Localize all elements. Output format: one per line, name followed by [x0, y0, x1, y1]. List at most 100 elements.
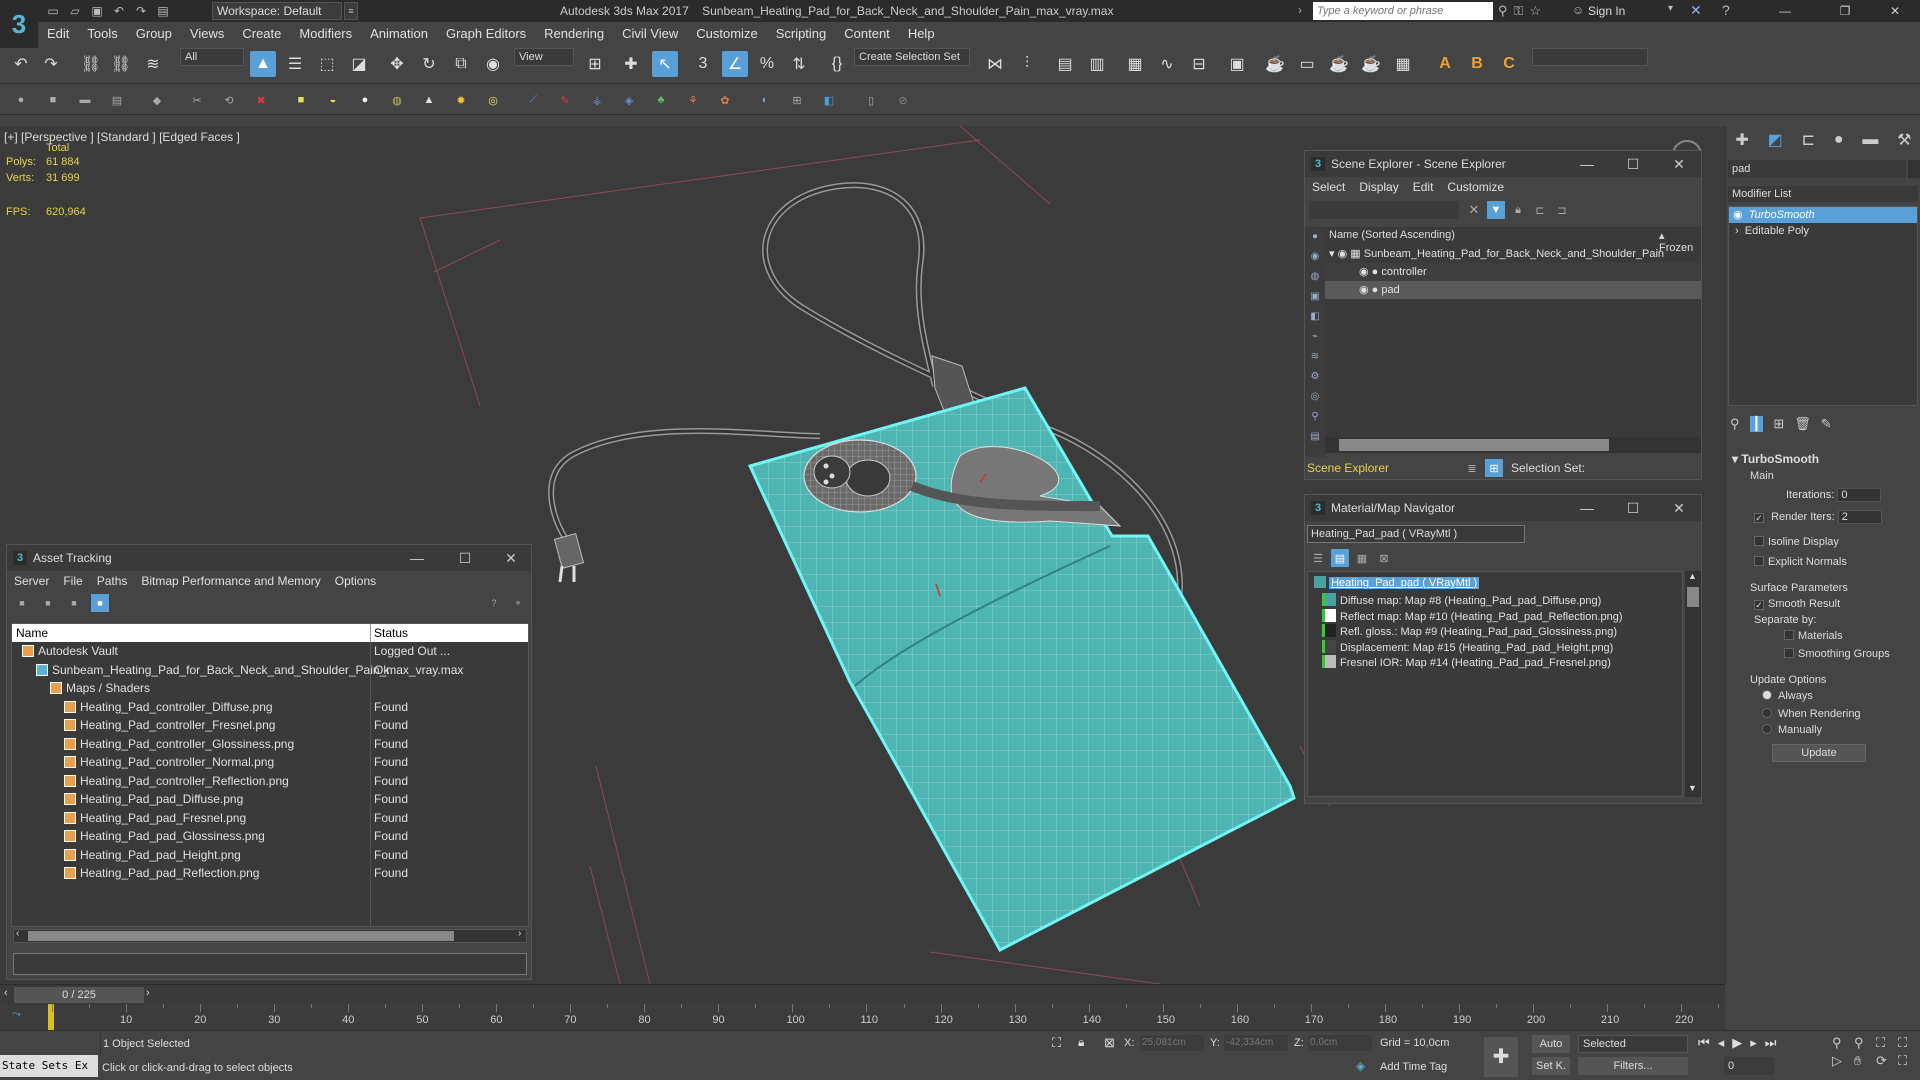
menu-scripting[interactable]: Scripting: [767, 26, 836, 41]
toolbar2-tool-7-icon[interactable]: ⟲: [220, 91, 238, 109]
toolbar2-tool-23-icon[interactable]: ◐: [756, 91, 774, 109]
at-vault-icon[interactable]: ■: [13, 594, 31, 612]
configure-sets-icon[interactable]: ✎: [1821, 416, 1832, 432]
view-list-icon[interactable]: ☰: [1309, 549, 1327, 567]
show-end-result-icon[interactable]: ┃: [1749, 416, 1764, 432]
toolbar2-tool-24-icon[interactable]: ⊞: [788, 91, 806, 109]
angle-snap-icon[interactable]: ∠: [722, 51, 748, 77]
search-arrow-icon[interactable]: ›: [1298, 3, 1310, 19]
current-frame-field[interactable]: 0: [1724, 1057, 1774, 1075]
asset-menu-paths[interactable]: Paths: [90, 574, 135, 588]
utilities-tab-icon[interactable]: ⚒: [1897, 130, 1911, 150]
key-filters-button[interactable]: Filters...: [1578, 1057, 1688, 1075]
set-key-icon[interactable]: ✚: [1484, 1037, 1518, 1077]
minimize-icon[interactable]: —: [397, 545, 437, 571]
asset-row[interactable]: Sunbeam_Heating_Pad_for_Back_Neck_and_Sh…: [12, 661, 528, 679]
view-small-icons-icon[interactable]: ▦: [1353, 549, 1371, 567]
time-tag-icon[interactable]: ◈: [1356, 1059, 1365, 1073]
asset-row[interactable]: Heating_Pad_pad_Fresnel.png Found: [12, 809, 528, 827]
set-key-button[interactable]: Set K.: [1532, 1057, 1570, 1075]
toolbar2-tool-15-icon[interactable]: ◎: [484, 91, 502, 109]
redo-icon[interactable]: ↷: [38, 51, 64, 77]
asset-row[interactable]: Heating_Pad_controller_Glossiness.png Fou…: [12, 735, 528, 753]
binoculars-icon[interactable]: ⚲: [1498, 3, 1508, 19]
asset-row[interactable]: Heating_Pad_controller_Reflection.png Fou…: [12, 772, 528, 790]
smooth-result-row[interactable]: ✓ Smooth Result: [1754, 598, 1840, 610]
at-table-icon[interactable]: ■: [65, 594, 83, 612]
display-tab-icon[interactable]: ▬: [1862, 131, 1878, 149]
toolbar2-tool-5-icon[interactable]: ◆: [148, 91, 166, 109]
toolbar2-tool-26-icon[interactable]: ▯: [862, 91, 880, 109]
menu-animation[interactable]: Animation: [361, 26, 437, 41]
minimize-icon[interactable]: —: [1567, 495, 1607, 521]
menu-edit[interactable]: Edit: [38, 26, 78, 41]
orbit-icon[interactable]: ⟳: [1876, 1053, 1896, 1069]
render-production-icon[interactable]: ☕: [1326, 51, 1352, 77]
toolbar2-tool-19-icon[interactable]: ◈: [620, 91, 638, 109]
toolbar2-tool-2-icon[interactable]: ■: [44, 91, 62, 109]
selection-filter-dropdown[interactable]: All: [180, 48, 244, 66]
view-list-thumbs-icon[interactable]: ▤: [1331, 549, 1349, 567]
mirror-icon[interactable]: ⋈: [982, 51, 1008, 77]
toolbar2-tool-4-icon[interactable]: ▤: [108, 91, 126, 109]
modifier-list-dropdown[interactable]: Modifier List: [1728, 186, 1918, 202]
asset-row[interactable]: Heating_Pad_pad_Glossiness.png Found: [12, 827, 528, 845]
scale-icon[interactable]: ⧉: [448, 51, 474, 77]
at-list-icon[interactable]: ■: [39, 594, 57, 612]
object-name-field[interactable]: pad: [1728, 160, 1906, 178]
minimize-icon[interactable]: —: [1567, 151, 1607, 177]
when-rendering-radio[interactable]: When Rendering: [1762, 708, 1861, 720]
asset-hscroll[interactable]: ‹ ›: [13, 928, 527, 943]
align-icon[interactable]: ⫶: [1014, 51, 1040, 77]
vray-b-icon[interactable]: B: [1464, 51, 1490, 77]
expand-icon[interactable]: ›: [1735, 225, 1739, 237]
toolbar2-tool-6-icon[interactable]: ✂: [188, 91, 206, 109]
viewport-label[interactable]: [+] [Perspective ] [Standard ] [Edged Fa…: [4, 130, 240, 144]
menu-create[interactable]: Create: [233, 26, 290, 41]
asset-row[interactable]: Heating_Pad_controller_Normal.png Found: [12, 753, 528, 771]
always-radio[interactable]: Always: [1762, 690, 1813, 702]
asset-row[interactable]: Autodesk Vault Logged Out ...: [12, 642, 528, 660]
play-icon[interactable]: ▶: [1732, 1035, 1742, 1051]
stack-item-turbosmooth[interactable]: ◉ TurboSmooth: [1729, 207, 1917, 223]
render-iters-spinner[interactable]: 2: [1837, 510, 1882, 524]
help-icon[interactable]: ?: [1722, 2, 1730, 18]
close-icon[interactable]: ✕: [491, 545, 531, 571]
scene-menu-edit[interactable]: Edit: [1406, 180, 1441, 194]
link-icon[interactable]: ⛓: [78, 51, 104, 77]
pan-icon[interactable]: ✋︎: [1854, 1053, 1874, 1069]
material-map-row[interactable]: Fresnel IOR: Map #14 (Heating_Pad_pad_Fr…: [1322, 654, 1611, 672]
at-help-icon[interactable]: ?: [485, 594, 503, 612]
maximize-icon[interactable]: ☐: [1613, 495, 1653, 521]
toolbar2-tool-16-icon[interactable]: ⟋: [524, 91, 542, 109]
toolbar2-tool-1-icon[interactable]: ●: [12, 91, 30, 109]
render-iterative-icon[interactable]: ☕: [1358, 51, 1384, 77]
extra-dropdown[interactable]: [1532, 48, 1648, 66]
render-iters-checkbox[interactable]: ✓: [1754, 513, 1764, 523]
close-button[interactable]: ✕: [1880, 2, 1910, 20]
mini-curve-editor-icon[interactable]: ⤳: [12, 1008, 21, 1021]
asset-row[interactable]: Maps / Shaders: [12, 679, 528, 697]
motion-tab-icon[interactable]: ●: [1834, 131, 1844, 149]
scroll-right-icon[interactable]: ›: [518, 928, 521, 939]
key-filter-dropdown[interactable]: Selected: [1578, 1035, 1688, 1053]
track-bar[interactable]: ⤳ 10 20 30 40 50 60 70 80 90 100 110 120 130 140 150 16…: [0, 1004, 1725, 1030]
close-icon[interactable]: ✕: [1659, 151, 1699, 177]
toolbar2-tool-18-icon[interactable]: ⚶: [588, 91, 606, 109]
rectangular-selection-icon[interactable]: ⬚: [314, 51, 340, 77]
asset-menu-file[interactable]: File: [56, 574, 89, 588]
layer-explorer-icon[interactable]: ▤: [1052, 51, 1078, 77]
rendered-frame-window-icon[interactable]: ▭: [1294, 51, 1320, 77]
asset-row[interactable]: Heating_Pad_controller_Fresnel.png Found: [12, 716, 528, 734]
zoom-extents-icon[interactable]: ⛶: [1876, 1035, 1896, 1051]
asset-menu-options[interactable]: Options: [328, 574, 383, 588]
spinner-snap-icon[interactable]: ⇅: [786, 51, 812, 77]
menu-rendering[interactable]: Rendering: [535, 26, 613, 41]
menu-content[interactable]: Content: [835, 26, 899, 41]
layers-icon[interactable]: ⊐: [1553, 201, 1571, 219]
menu-civil-view[interactable]: Civil View: [613, 26, 687, 41]
auto-key-button[interactable]: Auto: [1532, 1035, 1570, 1053]
next-frame-icon[interactable]: ▸: [1750, 1035, 1757, 1051]
select-object-icon[interactable]: ▲: [250, 51, 276, 77]
scene-row-controller[interactable]: ◉ ● controller: [1325, 263, 1701, 281]
